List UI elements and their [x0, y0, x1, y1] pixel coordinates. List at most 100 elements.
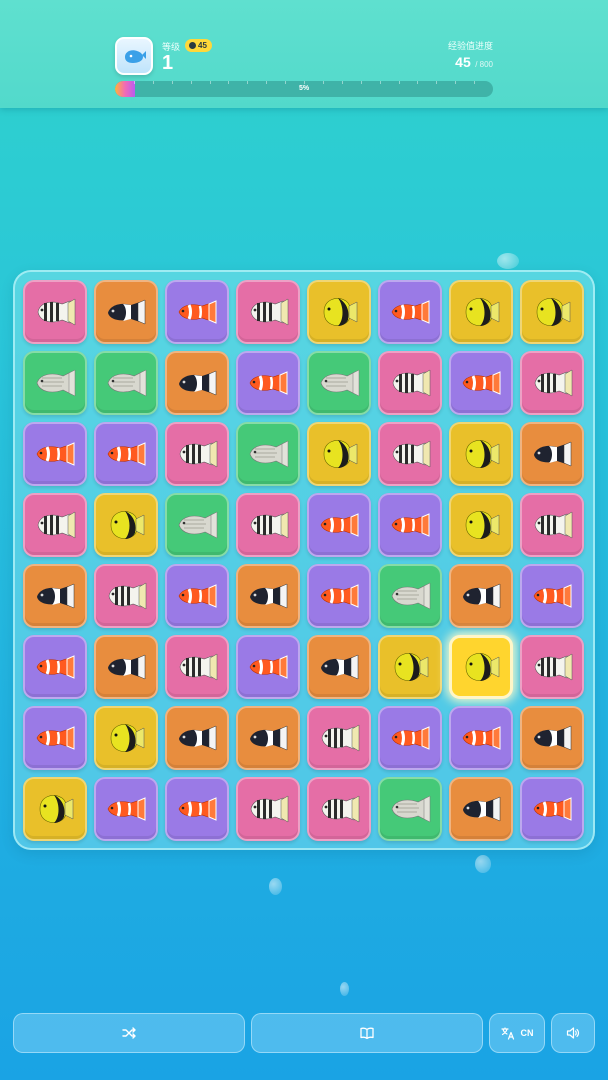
tile-clownfish[interactable] [307, 493, 371, 557]
grey-seabream-icon [178, 511, 218, 539]
clownfish-icon [533, 584, 572, 608]
tile-clownfish[interactable] [23, 422, 87, 486]
tile-domino-damselfish[interactable] [165, 706, 229, 770]
tile-yellow-angelfish[interactable] [307, 280, 371, 344]
clownfish-icon [320, 513, 359, 537]
bubble-decoration [269, 878, 282, 895]
tile-grey-seabream[interactable] [165, 493, 229, 557]
sound-button[interactable] [551, 1013, 595, 1053]
tile-striped-butterflyfish[interactable] [23, 280, 87, 344]
domino-damselfish-icon [463, 796, 501, 822]
yellow-angelfish-icon [110, 511, 145, 539]
tile-domino-damselfish[interactable] [520, 706, 584, 770]
tile-grey-seabream[interactable] [378, 564, 442, 628]
tile-domino-damselfish[interactable] [23, 564, 87, 628]
tile-striped-butterflyfish[interactable] [165, 422, 229, 486]
tile-clownfish[interactable] [449, 351, 513, 415]
tile-domino-damselfish[interactable] [449, 777, 513, 841]
striped-butterflyfish-icon [250, 511, 289, 539]
tile-striped-butterflyfish[interactable] [520, 635, 584, 699]
tile-clownfish[interactable] [165, 777, 229, 841]
yellow-angelfish-icon [465, 653, 500, 681]
tile-yellow-angelfish[interactable] [23, 777, 87, 841]
tile-clownfish[interactable] [449, 706, 513, 770]
tile-clownfish[interactable] [23, 635, 87, 699]
tile-striped-butterflyfish[interactable] [307, 706, 371, 770]
striped-butterflyfish-icon [392, 440, 431, 468]
tile-striped-butterflyfish[interactable] [520, 493, 584, 557]
tile-clownfish[interactable] [378, 493, 442, 557]
grey-seabream-icon [320, 369, 360, 397]
tile-yellow-angelfish[interactable] [449, 493, 513, 557]
striped-butterflyfish-icon [321, 724, 360, 752]
xp-progress-text: 5% [298, 85, 310, 92]
tile-yellow-angelfish[interactable] [378, 635, 442, 699]
coin-icon [189, 42, 196, 49]
shuffle-button[interactable] [13, 1013, 245, 1053]
striped-butterflyfish-icon [37, 298, 76, 326]
tile-striped-butterflyfish[interactable] [165, 635, 229, 699]
yellow-angelfish-icon [394, 653, 429, 681]
grey-seabream-icon [107, 369, 147, 397]
book-icon [360, 1027, 374, 1039]
tile-grey-seabream[interactable] [307, 351, 371, 415]
tile-striped-butterflyfish[interactable] [236, 493, 300, 557]
tile-domino-damselfish[interactable] [165, 351, 229, 415]
shuffle-icon [122, 1027, 136, 1039]
translate-icon [500, 1026, 514, 1040]
tile-yellow-angelfish[interactable] [449, 422, 513, 486]
tile-yellow-angelfish[interactable] [520, 280, 584, 344]
tile-grey-seabream[interactable] [23, 351, 87, 415]
yellow-angelfish-icon [465, 298, 500, 326]
tile-striped-butterflyfish[interactable] [307, 777, 371, 841]
tile-clownfish[interactable] [520, 564, 584, 628]
tile-striped-butterflyfish[interactable] [520, 351, 584, 415]
tile-striped-butterflyfish[interactable] [94, 564, 158, 628]
tile-yellow-angelfish[interactable] [449, 280, 513, 344]
tile-striped-butterflyfish[interactable] [378, 422, 442, 486]
clownfish-icon [178, 797, 217, 821]
xp-max: / 800 [475, 60, 493, 69]
tile-domino-damselfish[interactable] [449, 564, 513, 628]
tile-clownfish[interactable] [165, 280, 229, 344]
tile-domino-damselfish[interactable] [236, 706, 300, 770]
domino-damselfish-icon [179, 370, 217, 396]
tile-domino-damselfish[interactable] [236, 564, 300, 628]
tile-clownfish[interactable] [94, 422, 158, 486]
clownfish-icon [249, 655, 288, 679]
tile-clownfish[interactable] [236, 635, 300, 699]
tile-domino-damselfish[interactable] [307, 635, 371, 699]
tile-clownfish[interactable] [520, 777, 584, 841]
xp-current: 45 [455, 54, 471, 70]
tile-domino-damselfish[interactable] [94, 280, 158, 344]
tile-grey-seabream[interactable] [378, 777, 442, 841]
tile-clownfish[interactable] [165, 564, 229, 628]
tile-striped-butterflyfish[interactable] [236, 280, 300, 344]
domino-damselfish-icon [250, 725, 288, 751]
yellow-angelfish-icon [465, 511, 500, 539]
tile-yellow-angelfish[interactable] [94, 493, 158, 557]
tile-striped-butterflyfish[interactable] [236, 777, 300, 841]
tile-domino-damselfish[interactable] [94, 635, 158, 699]
xp-progress-bar: 5% [115, 81, 493, 97]
tile-clownfish[interactable] [307, 564, 371, 628]
tile-grey-seabream[interactable] [236, 422, 300, 486]
player-avatar[interactable] [115, 37, 153, 75]
tile-domino-damselfish[interactable] [520, 422, 584, 486]
clownfish-icon [36, 442, 75, 466]
tile-clownfish[interactable] [378, 280, 442, 344]
tile-yellow-angelfish[interactable] [94, 706, 158, 770]
tile-grey-seabream[interactable] [94, 351, 158, 415]
tile-clownfish[interactable] [94, 777, 158, 841]
tile-clownfish[interactable] [236, 351, 300, 415]
tile-striped-butterflyfish[interactable] [378, 351, 442, 415]
tile-yellow-angelfish[interactable] [449, 635, 513, 699]
grey-seabream-icon [391, 582, 431, 610]
tile-clownfish[interactable] [23, 706, 87, 770]
tile-striped-butterflyfish[interactable] [23, 493, 87, 557]
clownfish-icon [391, 300, 430, 324]
tile-yellow-angelfish[interactable] [307, 422, 371, 486]
guide-button[interactable] [251, 1013, 483, 1053]
language-button[interactable]: CN [489, 1013, 545, 1053]
tile-clownfish[interactable] [378, 706, 442, 770]
